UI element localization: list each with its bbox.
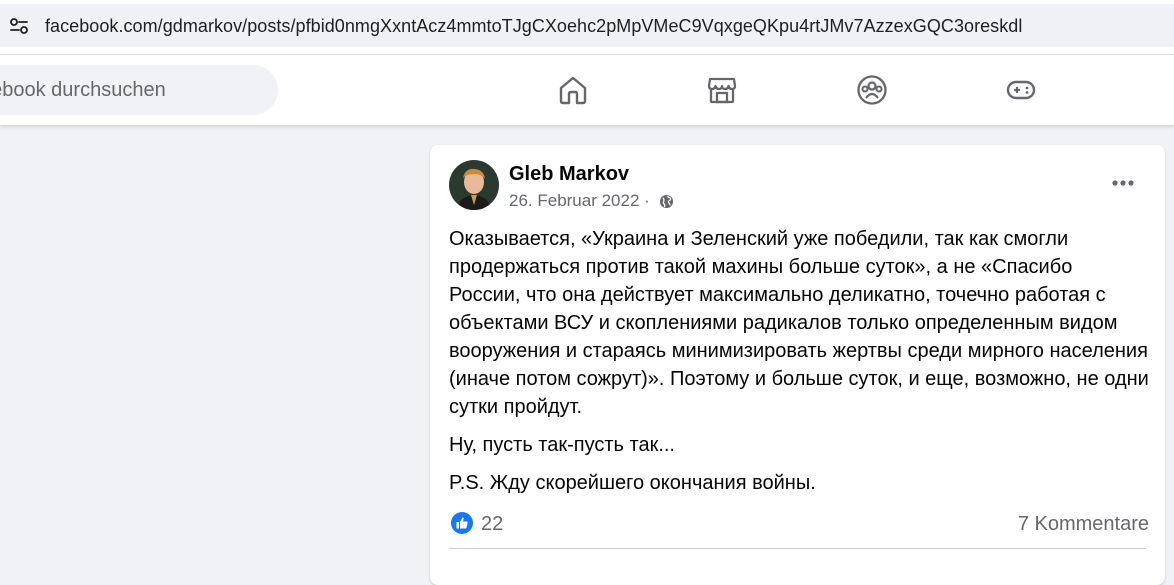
like-count[interactable]: 22 <box>481 513 503 536</box>
reactions-bar: 22 7 Kommentare <box>449 510 1149 538</box>
search-box[interactable]: acebook durchsuchen <box>0 65 278 115</box>
post-date[interactable]: 26. Februar 2022 · <box>509 191 650 210</box>
comments-count[interactable]: 7 Kommentare <box>1018 513 1149 536</box>
more-options-icon[interactable] <box>1110 173 1136 193</box>
post-card: Gleb Markov 26. Februar 2022 · Оказывает… <box>430 145 1165 585</box>
gaming-icon[interactable] <box>1005 74 1037 106</box>
site-settings-icon[interactable] <box>9 17 29 35</box>
post-date-row: 26. Februar 2022 · <box>509 191 674 211</box>
marketplace-icon[interactable] <box>706 74 738 106</box>
globe-icon <box>659 194 673 209</box>
url-text[interactable]: facebook.com/gdmarkov/posts/pfbid0nmgXxn… <box>45 16 1022 37</box>
facebook-header: acebook durchsuchen <box>0 55 1174 125</box>
post-text: Оказывается, «Украина и Зеленский уже по… <box>449 225 1149 507</box>
author-name[interactable]: Gleb Markov <box>509 163 629 186</box>
post-paragraph: Ну, пусть так-пусть так... <box>449 434 675 456</box>
post-paragraph: P.S. Жду скорейшего окончания войны. <box>449 472 816 494</box>
post-paragraph: Оказывается, «Украина и Зеленский уже по… <box>449 228 1149 418</box>
author-photo <box>449 160 499 210</box>
search-input[interactable]: acebook durchsuchen <box>0 79 166 102</box>
divider <box>449 548 1146 549</box>
address-bar[interactable]: facebook.com/gdmarkov/posts/pfbid0nmgXxn… <box>0 4 1174 47</box>
avatar[interactable] <box>449 160 499 210</box>
groups-icon[interactable] <box>856 74 888 106</box>
home-icon[interactable] <box>557 74 589 106</box>
browser-toolbar: facebook.com/gdmarkov/posts/pfbid0nmgXxn… <box>0 0 1174 55</box>
like-reaction-icon[interactable] <box>451 512 473 534</box>
